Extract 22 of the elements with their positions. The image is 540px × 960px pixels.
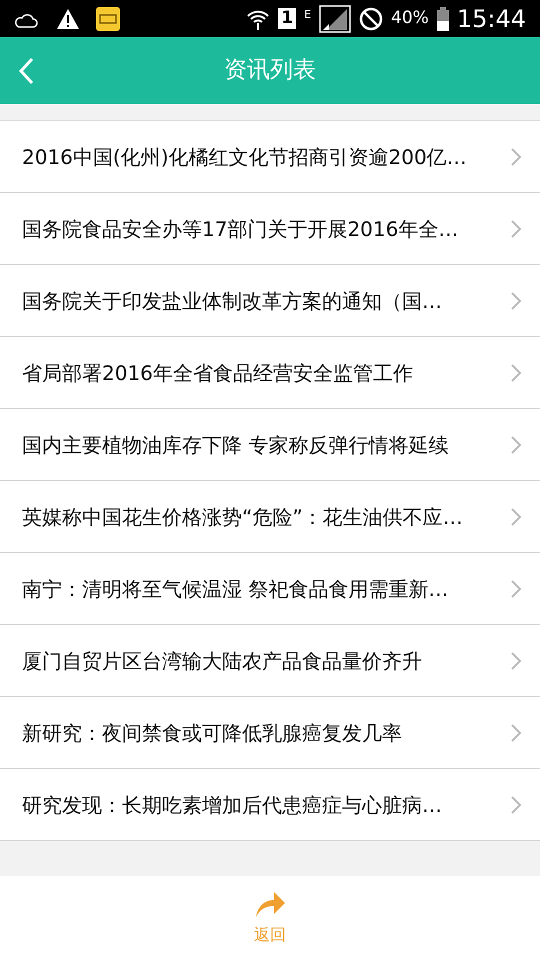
chevron-right-icon: [510, 650, 522, 670]
chevron-right-icon: [510, 578, 522, 598]
network-type-label: E: [304, 8, 312, 20]
battery-icon: [436, 6, 449, 30]
warning-icon: [56, 8, 80, 30]
chevron-right-icon: [510, 290, 522, 310]
chevron-right-icon: [510, 218, 522, 238]
chevron-right-icon: [510, 506, 522, 526]
page-title: 资讯列表: [224, 56, 316, 86]
chevron-right-icon: [510, 434, 522, 454]
chevron-right-icon: [510, 794, 522, 814]
do-not-disturb-icon: [359, 6, 384, 30]
battery-percent: 40%: [391, 10, 429, 27]
back-chevron-icon: [18, 57, 34, 85]
chevron-right-icon: [510, 722, 522, 742]
sim-slot-label: 1: [278, 8, 296, 29]
share-arrow-icon: [254, 889, 286, 919]
signal-icon: [319, 4, 352, 32]
chevron-right-icon: [510, 146, 522, 166]
app-icon: [96, 6, 120, 30]
chevron-right-icon: [510, 362, 522, 382]
clock-time: 15:44: [456, 6, 526, 30]
